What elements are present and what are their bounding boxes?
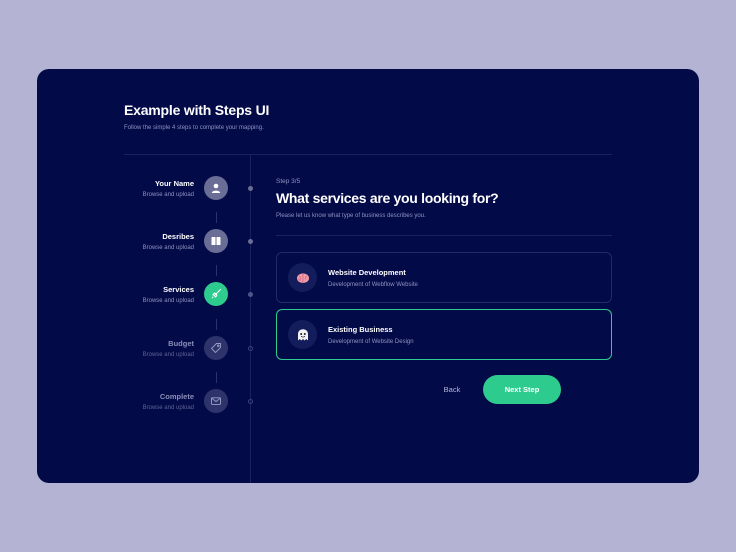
option-title: Website Development	[328, 268, 406, 277]
step-label: Budget	[168, 339, 194, 348]
option-title: Existing Business	[328, 325, 393, 334]
step-desc: Browse and upload	[142, 298, 194, 304]
step-dot	[248, 239, 253, 244]
question-heading: What services are you looking for?	[276, 190, 499, 206]
step-budget[interactable]: Budget Browse and upload	[37, 333, 257, 373]
user-icon	[204, 176, 228, 200]
rocket-icon	[204, 282, 228, 306]
content-divider	[276, 235, 612, 236]
question-hint: Please let us know what type of business…	[276, 213, 426, 219]
steps-card: Example with Steps UI Follow the simple …	[37, 69, 699, 483]
step-counter: Step 3/5	[276, 178, 301, 185]
step-connector	[216, 212, 217, 223]
step-desc: Browse and upload	[142, 405, 194, 411]
step-dot	[248, 346, 253, 351]
step-label: Complete	[159, 392, 194, 401]
option-website-development[interactable]: Website Development Development of Webfl…	[276, 252, 612, 303]
book-icon	[204, 229, 228, 253]
step-dot	[248, 292, 253, 297]
step-desc: Browse and upload	[142, 245, 194, 251]
option-desc: Development of Webflow Website	[328, 282, 418, 288]
page-subtitle: Follow the simple 4 steps to complete yo…	[124, 125, 264, 131]
option-existing-business[interactable]: Existing Business Development of Website…	[276, 309, 612, 360]
step-desc: Browse and upload	[142, 192, 194, 198]
next-step-button[interactable]: Next Step	[483, 375, 561, 404]
tag-icon	[204, 336, 228, 360]
step-dot	[248, 186, 253, 191]
ghost-icon	[288, 320, 317, 349]
step-connector	[216, 319, 217, 330]
step-services[interactable]: Services Browse and upload	[37, 279, 257, 319]
step-connector	[216, 265, 217, 276]
mail-icon	[204, 389, 228, 413]
header-divider	[124, 154, 612, 155]
step-desc: Browse and upload	[142, 352, 194, 358]
option-desc: Development of Website Design	[328, 339, 414, 345]
step-label: Your Name	[154, 179, 194, 188]
step-connector	[216, 372, 217, 383]
page-title: Example with Steps UI	[124, 102, 270, 118]
brain-icon	[288, 263, 317, 292]
step-your-name[interactable]: Your Name Browse and upload	[37, 173, 257, 213]
step-label: Services	[163, 285, 194, 294]
step-describes[interactable]: Desribes Browse and upload	[37, 226, 257, 266]
step-dot	[248, 399, 253, 404]
back-button[interactable]: Back	[435, 382, 469, 396]
step-label: Desribes	[162, 232, 194, 241]
step-complete[interactable]: Complete Browse and upload	[37, 386, 257, 426]
